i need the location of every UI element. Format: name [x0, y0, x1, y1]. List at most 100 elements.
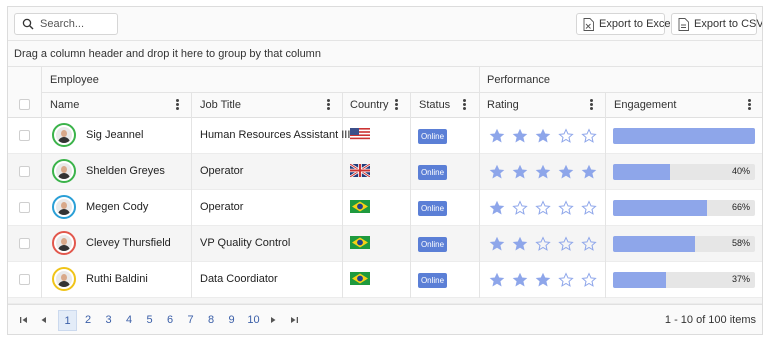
star-empty-icon[interactable] — [581, 128, 597, 144]
br-flag-icon — [350, 236, 370, 249]
page-number-button[interactable]: 8 — [202, 310, 221, 331]
column-menu-icon[interactable] — [590, 99, 593, 110]
job-title: Operator — [200, 165, 244, 177]
table-row[interactable]: Clevey Thursfield VP Quality Control Onlin… — [8, 226, 762, 262]
next-page-icon[interactable] — [268, 315, 278, 325]
star-filled-icon[interactable] — [489, 272, 505, 288]
avatar — [52, 159, 76, 183]
previous-page-icon[interactable] — [39, 315, 49, 325]
group-drop-panel[interactable]: Drag a column header and drop it here to… — [8, 41, 762, 67]
star-empty-icon[interactable] — [558, 236, 574, 252]
star-filled-icon[interactable] — [558, 164, 574, 180]
table-row[interactable]: Ruthi Baldini Data Coordiator Online 37% — [8, 262, 762, 298]
star-filled-icon[interactable] — [489, 164, 505, 180]
star-empty-icon[interactable] — [581, 272, 597, 288]
cell-divider — [41, 190, 42, 226]
column-header-name[interactable]: Name — [50, 99, 79, 111]
star-empty-icon[interactable] — [535, 200, 551, 216]
column-header-status[interactable]: Status — [419, 99, 450, 111]
column-group-performance: Performance — [487, 74, 550, 86]
engagement-fill — [613, 272, 666, 288]
star-empty-icon[interactable] — [558, 272, 574, 288]
star-empty-icon[interactable] — [581, 200, 597, 216]
star-filled-icon[interactable] — [535, 272, 551, 288]
page-number-button[interactable]: 5 — [140, 310, 159, 331]
avatar — [52, 267, 76, 291]
header-divider — [410, 92, 411, 118]
rating-stars[interactable] — [489, 164, 597, 180]
table-row[interactable]: Shelden Greyes Operator Online 40% — [8, 154, 762, 190]
page-number-button[interactable]: 9 — [222, 310, 241, 331]
search-input[interactable]: Search... — [14, 13, 118, 35]
star-filled-icon[interactable] — [535, 164, 551, 180]
page-number-button[interactable]: 1 — [58, 310, 77, 331]
cell-divider — [479, 118, 480, 154]
column-header-job-title[interactable]: Job Title — [200, 99, 241, 111]
page-number-button[interactable]: 6 — [161, 310, 180, 331]
export-excel-button[interactable]: Export to Excel — [576, 13, 673, 35]
select-all-checkbox[interactable] — [19, 99, 30, 110]
rating-stars[interactable] — [489, 200, 597, 216]
star-empty-icon[interactable] — [512, 200, 528, 216]
star-filled-icon[interactable] — [512, 164, 528, 180]
column-header-engagement[interactable]: Engagement — [614, 99, 676, 111]
star-filled-icon[interactable] — [489, 236, 505, 252]
job-title: Operator — [200, 201, 244, 213]
cell-divider — [479, 190, 480, 226]
engagement-fill — [613, 164, 670, 180]
status-badge: Online — [418, 237, 447, 252]
star-filled-icon[interactable] — [512, 128, 528, 144]
star-filled-icon[interactable] — [581, 164, 597, 180]
cell-divider — [479, 154, 480, 190]
column-menu-icon[interactable] — [463, 99, 466, 110]
header-divider — [191, 92, 192, 118]
column-header-country[interactable]: Country — [350, 99, 389, 111]
column-menu-icon[interactable] — [176, 99, 179, 110]
rating-stars[interactable] — [489, 272, 597, 288]
star-filled-icon[interactable] — [489, 128, 505, 144]
br-flag-icon — [350, 272, 370, 285]
star-empty-icon[interactable] — [558, 128, 574, 144]
cell-divider — [342, 226, 343, 262]
star-filled-icon[interactable] — [512, 272, 528, 288]
header-divider — [605, 92, 606, 118]
row-checkbox[interactable] — [19, 274, 30, 285]
column-menu-icon[interactable] — [395, 99, 398, 110]
table-row[interactable]: Sig Jeannel Human Resources Assistant III… — [8, 118, 762, 154]
first-page-icon[interactable] — [19, 315, 29, 325]
star-empty-icon[interactable] — [558, 200, 574, 216]
row-checkbox[interactable] — [19, 238, 30, 249]
column-header-rating[interactable]: Rating — [487, 99, 519, 111]
cell-divider — [410, 190, 411, 226]
cell-divider — [342, 262, 343, 298]
page-number-button[interactable]: 2 — [79, 310, 98, 331]
rating-stars[interactable] — [489, 236, 597, 252]
row-checkbox[interactable] — [19, 130, 30, 141]
engagement-percent: 66% — [731, 202, 750, 212]
row-checkbox[interactable] — [19, 202, 30, 213]
header-divider — [479, 67, 480, 118]
star-empty-icon[interactable] — [535, 236, 551, 252]
page-number-button[interactable]: 3 — [99, 310, 118, 331]
row-checkbox[interactable] — [19, 166, 30, 177]
last-page-icon[interactable] — [289, 315, 299, 325]
rating-stars[interactable] — [489, 128, 597, 144]
employee-name: Shelden Greyes — [86, 165, 165, 177]
page-number-button[interactable]: 7 — [181, 310, 200, 331]
export-csv-button[interactable]: Export to CSV — [671, 13, 762, 35]
star-filled-icon[interactable] — [512, 236, 528, 252]
page-number-button[interactable]: 10 — [243, 310, 265, 331]
column-menu-icon[interactable] — [748, 99, 751, 110]
star-filled-icon[interactable] — [535, 128, 551, 144]
grid-pager: 1 2 3 4 5 6 7 8 9 10 1 - 10 of 100 items — [8, 304, 762, 334]
avatar — [52, 231, 76, 255]
star-empty-icon[interactable] — [581, 236, 597, 252]
cell-divider — [605, 154, 606, 190]
employee-name: Megen Cody — [86, 201, 149, 213]
cell-divider — [191, 262, 192, 298]
page-number-button[interactable]: 4 — [120, 310, 139, 331]
star-filled-icon[interactable] — [489, 200, 505, 216]
employee-name: Sig Jeannel — [86, 129, 144, 141]
column-menu-icon[interactable] — [327, 99, 330, 110]
table-row[interactable]: Megen Cody Operator Online 66% — [8, 190, 762, 226]
